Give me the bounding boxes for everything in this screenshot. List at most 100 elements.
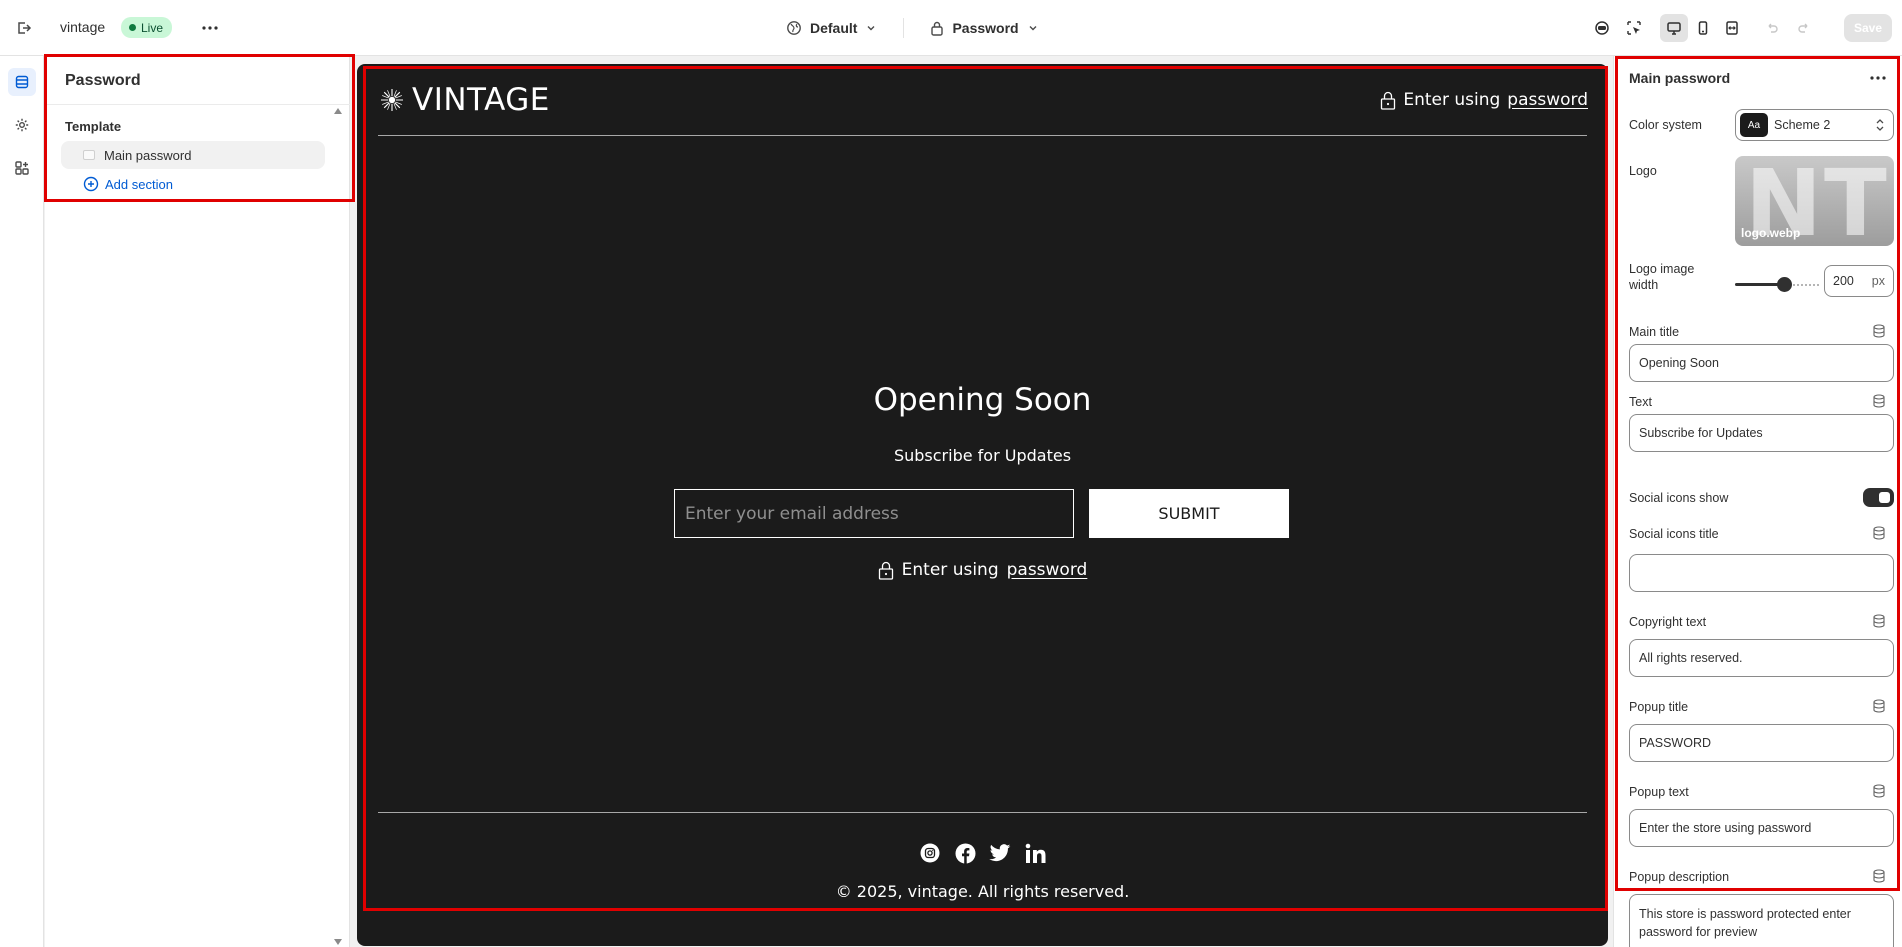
sun-burst-icon bbox=[381, 89, 403, 111]
top-center-selectors: Default Password bbox=[780, 14, 1045, 42]
page-selector-label: Password bbox=[952, 20, 1019, 36]
social-icons-show-label: Social icons show bbox=[1629, 491, 1729, 505]
exit-icon[interactable] bbox=[10, 14, 38, 42]
lock-icon bbox=[931, 21, 944, 36]
undo-icon[interactable] bbox=[1758, 14, 1786, 42]
gear-icon[interactable] bbox=[8, 111, 36, 139]
dynamic-source-icon[interactable] bbox=[1872, 869, 1886, 883]
color-system-label: Color system bbox=[1629, 118, 1702, 132]
color-swatch: Aa bbox=[1740, 113, 1768, 137]
password-link[interactable]: password bbox=[1507, 90, 1588, 110]
logo-filename: logo.webp bbox=[1741, 226, 1801, 240]
live-badge-label: Live bbox=[141, 20, 164, 35]
chevron-down-icon bbox=[1029, 26, 1037, 31]
section-icon bbox=[83, 150, 95, 160]
color-scheme-select[interactable]: Aa Scheme 2 bbox=[1735, 109, 1894, 141]
enter-password-inline[interactable]: Enter using password bbox=[357, 560, 1608, 580]
popup-description-label: Popup description bbox=[1629, 870, 1730, 884]
main-title: Opening Soon bbox=[873, 382, 1092, 418]
dynamic-source-icon[interactable] bbox=[1872, 526, 1886, 540]
divider bbox=[45, 104, 350, 105]
copyright-input[interactable]: All rights reserved. bbox=[1629, 639, 1894, 677]
globe-icon bbox=[787, 21, 801, 35]
fullwidth-icon[interactable] bbox=[1718, 14, 1746, 42]
section-item-label: Main password bbox=[104, 147, 192, 163]
logo-width-input[interactable]: 200 px bbox=[1824, 265, 1894, 297]
section-item-main-password[interactable]: Main password bbox=[61, 141, 325, 169]
popup-title-input[interactable]: PASSWORD bbox=[1629, 724, 1894, 762]
copyright-text: © 2025, vintage. All rights reserved. bbox=[835, 882, 1130, 901]
popup-title-label: Popup title bbox=[1629, 700, 1689, 714]
dynamic-source-icon[interactable] bbox=[1872, 324, 1886, 338]
logo-label: Logo bbox=[1629, 164, 1657, 178]
slider-rest bbox=[1789, 284, 1819, 286]
toggle-knob bbox=[1879, 492, 1890, 503]
social-icons-title-input[interactable] bbox=[1629, 554, 1894, 592]
facebook-icon[interactable] bbox=[954, 842, 976, 864]
page-selector[interactable]: Password bbox=[924, 20, 1044, 36]
popup-text-label: Popup text bbox=[1629, 785, 1689, 799]
copyright-label: Copyright text bbox=[1629, 615, 1707, 629]
inspector-icon[interactable] bbox=[1620, 14, 1648, 42]
sections-panel: Password Template Main password Add sect… bbox=[45, 56, 350, 947]
enter-using-text: Enter using bbox=[1403, 90, 1501, 110]
theme-selector-label: Default bbox=[810, 20, 858, 36]
text-input[interactable]: Subscribe for Updates bbox=[1629, 414, 1894, 452]
instagram-icon[interactable] bbox=[919, 842, 941, 864]
live-dot-icon bbox=[129, 24, 136, 31]
logo-width-label: Logo image width bbox=[1629, 261, 1694, 293]
dynamic-source-icon[interactable] bbox=[1872, 699, 1886, 713]
store-name: vintage bbox=[60, 19, 106, 35]
dynamic-source-icon[interactable] bbox=[1872, 394, 1886, 408]
select-chevron-icon bbox=[1876, 119, 1884, 131]
social-icons-toggle[interactable] bbox=[1863, 488, 1894, 507]
enter-using-text: Enter using bbox=[901, 560, 999, 580]
panel-title: Password bbox=[65, 72, 141, 89]
scroll-up-icon[interactable] bbox=[334, 108, 342, 114]
apps-icon[interactable] bbox=[8, 154, 36, 182]
editor-rail bbox=[0, 56, 44, 947]
more-actions-icon[interactable] bbox=[1864, 66, 1892, 90]
sections-icon[interactable] bbox=[8, 68, 36, 96]
dynamic-source-icon[interactable] bbox=[1872, 614, 1886, 628]
chevron-down-icon bbox=[867, 26, 875, 31]
subtitle: Subscribe for Updates bbox=[893, 446, 1072, 465]
slider-thumb[interactable] bbox=[1777, 277, 1792, 292]
template-group-label: Template bbox=[65, 119, 122, 134]
popup-description-textarea[interactable]: This store is password protected enter p… bbox=[1629, 894, 1894, 947]
more-actions-icon[interactable] bbox=[196, 14, 224, 42]
text-label: Text bbox=[1629, 395, 1652, 409]
twitter-icon[interactable] bbox=[989, 842, 1011, 864]
top-right-tools: Save bbox=[1588, 14, 1892, 42]
divider bbox=[378, 135, 1587, 136]
theme-selector[interactable]: Default bbox=[780, 20, 883, 36]
logo-width-slider[interactable] bbox=[1735, 276, 1819, 292]
main-title-input[interactable]: Opening Soon bbox=[1629, 344, 1894, 382]
newsletter-form: SUBMIT bbox=[674, 489, 1289, 538]
live-badge: Live bbox=[121, 17, 173, 38]
enter-password-header[interactable]: Enter using password bbox=[1380, 90, 1588, 110]
desktop-icon[interactable] bbox=[1660, 14, 1688, 42]
email-input[interactable] bbox=[674, 489, 1074, 538]
social-icons-title-label: Social icons title bbox=[1629, 527, 1719, 541]
store-logo[interactable]: VINTAGE bbox=[380, 82, 550, 118]
add-section-button[interactable]: Add section bbox=[83, 176, 173, 192]
divider bbox=[903, 18, 905, 38]
scroll-down-icon[interactable] bbox=[334, 939, 342, 945]
device-switcher bbox=[1660, 14, 1746, 42]
main-title-label: Main title bbox=[1629, 325, 1680, 339]
mobile-icon[interactable] bbox=[1689, 14, 1717, 42]
linkedin-icon[interactable] bbox=[1024, 842, 1046, 864]
logo-image-picker[interactable]: NT logo.webp bbox=[1735, 156, 1894, 246]
color-scheme-value: Scheme 2 bbox=[1774, 118, 1831, 132]
save-button[interactable]: Save bbox=[1844, 14, 1892, 42]
dynamic-source-icon[interactable] bbox=[1872, 784, 1886, 798]
panel-title: Main password bbox=[1629, 70, 1731, 86]
preview-icon[interactable] bbox=[1588, 14, 1616, 42]
lock-icon bbox=[878, 561, 893, 580]
popup-text-input[interactable]: Enter the store using password bbox=[1629, 809, 1894, 847]
password-link[interactable]: password bbox=[1007, 560, 1088, 580]
top-bar: vintage Live Default Password Save bbox=[0, 0, 1902, 56]
submit-button[interactable]: SUBMIT bbox=[1089, 489, 1289, 538]
redo-icon[interactable] bbox=[1790, 14, 1818, 42]
